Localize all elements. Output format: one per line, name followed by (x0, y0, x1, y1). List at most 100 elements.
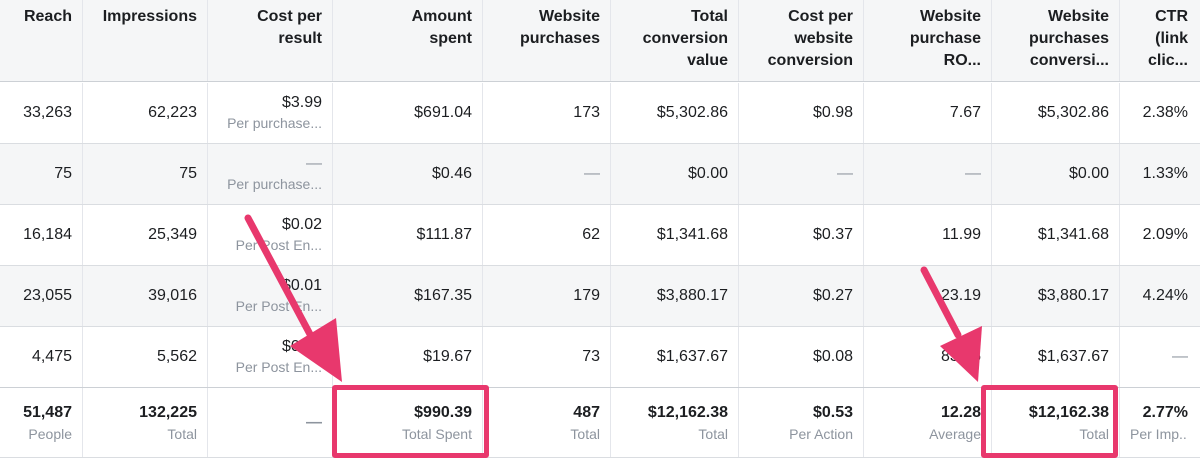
cell-value: 25,349 (148, 226, 197, 243)
column-header-reach[interactable]: Reach (0, 0, 83, 81)
cell-reach: 33,263 (0, 83, 83, 143)
cell-website-purchases: — (483, 144, 611, 204)
cell-value: $0.00 (687, 165, 728, 182)
column-header-label: conversi... (1029, 52, 1109, 69)
table-row[interactable]: 4,475 5,562 $0.00 Per Post En... $19.67 73 $1,… (0, 327, 1200, 388)
cell-value: — (965, 165, 981, 182)
column-header-label: Impressions (102, 8, 197, 25)
cell-reach: 75 (0, 144, 83, 204)
cell-website-purchases-conversion-value: $3,880.17 (992, 266, 1120, 326)
table-row[interactable]: 33,263 62,223 $3.99 Per purchase... $691.04 1… (0, 83, 1200, 144)
total-label: Total Spent (401, 425, 472, 442)
table-row[interactable]: 23,055 39,016 $0.01 Per Post En... $167.35 17… (0, 266, 1200, 327)
cell-value: 11.99 (942, 226, 981, 243)
column-header-website-purchase-roas[interactable]: Website purchase RO... (864, 0, 992, 81)
cell-ctr-link-click: 2.38% (1120, 83, 1200, 143)
cell-value: $0.01 (281, 277, 322, 294)
total-label: Total (167, 425, 197, 442)
total-cost-per-website-conversion: $0.53 Per Action (739, 388, 864, 457)
table-header-row: Reach Impressions Cost per result Amount spen… (0, 0, 1200, 82)
cell-value: — (306, 155, 322, 172)
cell-value: $5,302.86 (656, 104, 728, 121)
cell-amount-spent: $0.46 (333, 144, 483, 204)
cell-value: 7.67 (949, 104, 981, 121)
total-amount-spent: $990.39 Total Spent (333, 388, 483, 457)
column-header-label: conversion (767, 52, 853, 69)
column-header-impressions[interactable]: Impressions (83, 0, 208, 81)
cell-value: $0.02 (281, 216, 322, 233)
cell-value: 23,055 (23, 287, 72, 304)
cell-amount-spent: $167.35 (333, 266, 483, 326)
total-value: $990.39 (414, 403, 472, 421)
cell-subtext: Per purchase... (227, 115, 322, 131)
cell-ctr-link-click: 1.33% (1120, 144, 1200, 204)
cell-value: $0.27 (812, 287, 853, 304)
total-impressions: 132,225 Total (83, 388, 208, 457)
total-label: Total (1079, 425, 1109, 442)
cell-value: 1.33% (1142, 165, 1188, 182)
column-header-ctr-link-click[interactable]: CTR (link clic... (1120, 0, 1200, 81)
cell-value: — (837, 165, 853, 182)
column-header-cost-per-website-conversion[interactable]: Cost per website conversion (739, 0, 864, 81)
cell-value: — (1172, 348, 1188, 365)
cell-subtext: Per Post En... (235, 359, 322, 375)
cell-website-purchase-roas: 7.67 (864, 83, 992, 143)
column-header-total-conversion-value[interactable]: Total conversion value (611, 0, 739, 81)
cell-website-purchases-conversion-value: $1,341.68 (992, 205, 1120, 265)
total-label: Per Imp... (1130, 425, 1188, 442)
column-header-label: Reach (23, 8, 72, 25)
cell-amount-spent: $111.87 (333, 205, 483, 265)
total-value: $12,162.38 (647, 403, 728, 421)
column-header-label: spent (429, 30, 472, 47)
total-website-purchases: 487 Total (483, 388, 611, 457)
cell-total-conversion-value: $1,341.68 (611, 205, 739, 265)
column-header-cost-per-result[interactable]: Cost per result (208, 0, 333, 81)
column-header-website-purchases[interactable]: Website purchases (483, 0, 611, 81)
column-header-label: (link (1155, 30, 1188, 47)
column-header-label: Cost per (257, 8, 322, 25)
cell-value: $19.67 (423, 348, 472, 365)
cell-website-purchases: 179 (483, 266, 611, 326)
cell-value: 39,016 (148, 287, 197, 304)
cell-cost-per-result: $0.00 Per Post En... (208, 327, 333, 387)
table-row[interactable]: 75 75 — Per purchase... $0.46 — $0.00 — — $0.00 1.… (0, 144, 1200, 205)
column-header-label: Total (690, 8, 728, 25)
total-label: Total (570, 425, 600, 442)
cell-value: 5,562 (156, 348, 197, 365)
cell-website-purchase-roas: 11.99 (864, 205, 992, 265)
column-header-label: purchases (519, 30, 600, 47)
cell-cost-per-result: — Per purchase... (208, 144, 333, 204)
column-header-label: website (794, 30, 853, 47)
cell-value: $1,637.67 (1037, 348, 1109, 365)
cell-value: $0.00 (281, 338, 322, 355)
total-value: 51,487 (23, 403, 72, 421)
cell-value: $1,341.68 (1037, 226, 1109, 243)
total-value: — (306, 413, 322, 431)
column-header-label: clic... (1147, 52, 1188, 69)
column-header-website-purchases-conversion-value[interactable]: Website purchases conversi... (992, 0, 1120, 81)
cell-ctr-link-click: 2.09% (1120, 205, 1200, 265)
cell-value: $3,880.17 (656, 287, 728, 304)
cell-impressions: 75 (83, 144, 208, 204)
total-value: $0.53 (812, 403, 853, 421)
column-header-label: result (278, 30, 322, 47)
cell-subtext: Per Post En... (235, 237, 322, 253)
column-header-amount-spent[interactable]: Amount spent (333, 0, 483, 81)
cell-value: 4.24% (1142, 287, 1188, 304)
column-header-label: value (687, 52, 728, 69)
cell-subtext: Per Post En... (235, 298, 322, 314)
cell-ctr-link-click: 4.24% (1120, 266, 1200, 326)
table-row[interactable]: 16,184 25,349 $0.02 Per Post En... $111.87 62… (0, 205, 1200, 266)
cell-value: 75 (54, 165, 72, 182)
total-ctr-link-click: 2.77% Per Imp... (1120, 388, 1200, 457)
cell-website-purchase-roas: — (864, 144, 992, 204)
cell-amount-spent: $19.67 (333, 327, 483, 387)
cell-website-purchases: 62 (483, 205, 611, 265)
cell-cost-per-website-conversion: $0.37 (739, 205, 864, 265)
cell-cost-per-result: $3.99 Per purchase... (208, 83, 333, 143)
column-header-label: conversion (642, 30, 728, 47)
cell-ctr-link-click: — (1120, 327, 1200, 387)
cell-value: 23.19 (940, 287, 981, 304)
cell-value: $691.04 (414, 104, 472, 121)
column-header-label: Cost per (788, 8, 853, 25)
